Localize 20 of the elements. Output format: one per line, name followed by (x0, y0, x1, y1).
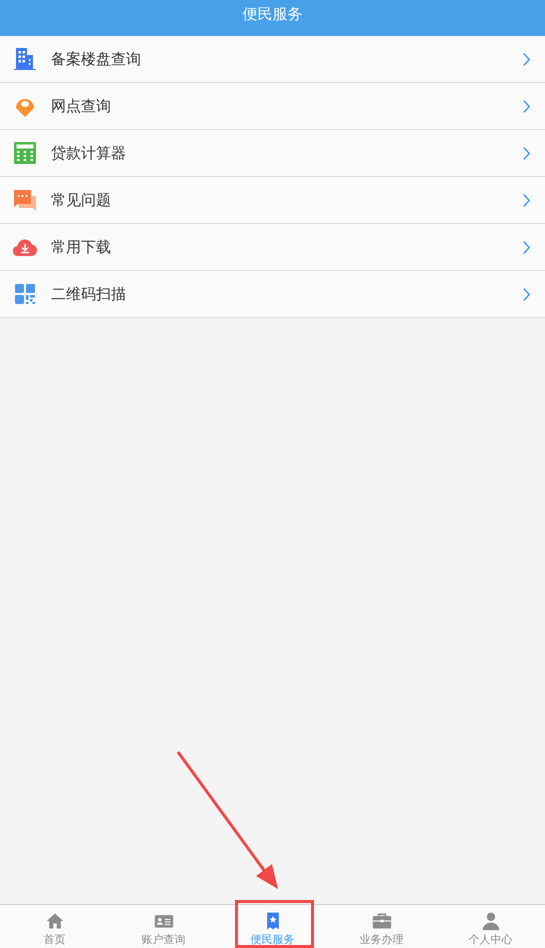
menu-item[interactable]: 二维码扫描 (0, 271, 545, 318)
briefcase-icon (372, 911, 392, 931)
chevron-right-icon (522, 52, 531, 66)
menu-item[interactable]: 备案楼盘查询 (0, 36, 545, 83)
chevron-right-icon (522, 146, 531, 160)
calculator-icon (13, 141, 37, 165)
menu-item[interactable]: 贷款计算器 (0, 130, 545, 177)
menu-item[interactable]: 常用下载 (0, 224, 545, 271)
chevron-right-icon (522, 98, 531, 114)
qr-code-icon (13, 282, 37, 306)
chevron-right-icon (522, 286, 531, 302)
page-title: 便民服务 (242, 4, 302, 24)
chevron-right-icon (522, 240, 531, 254)
building-icon (13, 47, 37, 71)
chat-bubbles-icon (13, 188, 37, 212)
home-icon (44, 911, 64, 931)
menu-item[interactable]: 网点查询 (0, 83, 545, 130)
menu-item[interactable]: 常见问题 (0, 177, 545, 224)
person-icon (480, 911, 500, 931)
chevron-right-icon (522, 192, 531, 208)
